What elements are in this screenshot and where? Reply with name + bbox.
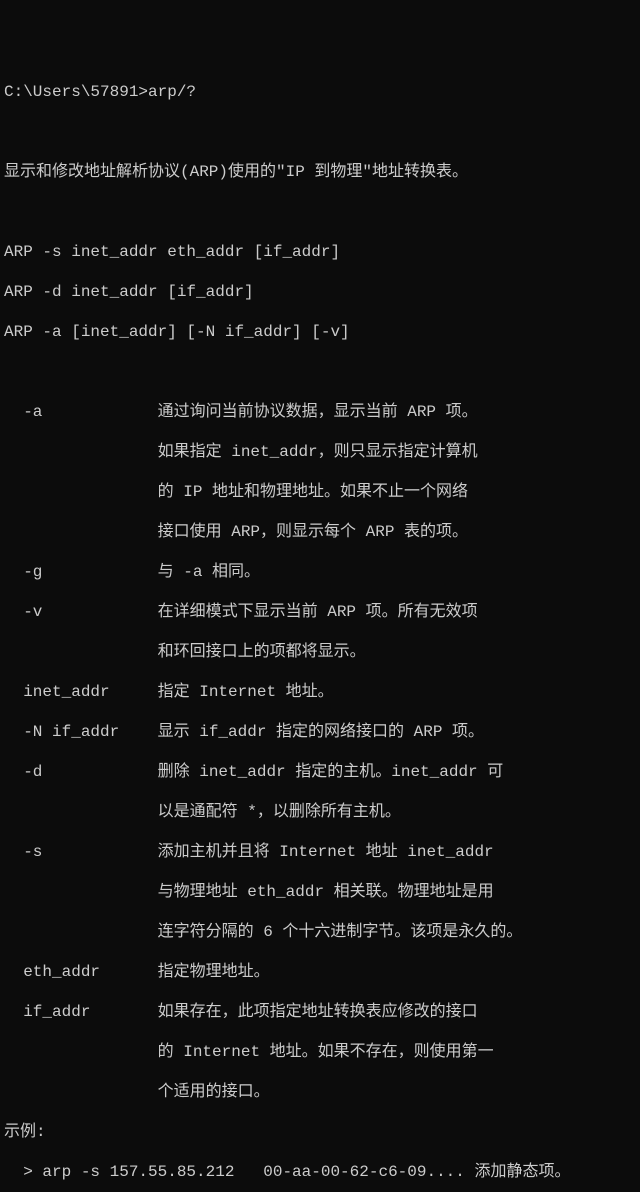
- examples-header: 示例:: [4, 1122, 636, 1142]
- option-d-desc: -d 删除 inet_addr 指定的主机。inet_addr 可: [4, 762, 636, 782]
- option-s-desc: 连字符分隔的 6 个十六进制字节。该项是永久的。: [4, 922, 636, 942]
- option-inetaddr-desc: inet_addr 指定 Internet 地址。: [4, 682, 636, 702]
- option-ethaddr-desc: eth_addr 指定物理地址。: [4, 962, 636, 982]
- option-s-desc: 与物理地址 eth_addr 相关联。物理地址是用: [4, 882, 636, 902]
- blank-line: [4, 202, 636, 222]
- option-a-desc: 如果指定 inet_addr，则只显示指定计算机: [4, 442, 636, 462]
- option-d-desc: 以是通配符 *，以删除所有主机。: [4, 802, 636, 822]
- option-a-desc: -a 通过询问当前协议数据，显示当前 ARP 项。: [4, 402, 636, 422]
- option-ifaddr-desc: 个适用的接口。: [4, 1082, 636, 1102]
- option-s-desc: -s 添加主机并且将 Internet 地址 inet_addr: [4, 842, 636, 862]
- example-add-static: > arp -s 157.55.85.212 00-aa-00-62-c6-09…: [4, 1162, 636, 1182]
- option-ifaddr-desc: 的 Internet 地址。如果不存在，则使用第一: [4, 1042, 636, 1062]
- option-g-desc: -g 与 -a 相同。: [4, 562, 636, 582]
- blank-line: [4, 122, 636, 142]
- option-ifaddr-desc: if_addr 如果存在，此项指定地址转换表应修改的接口: [4, 1002, 636, 1022]
- blank-line: [4, 362, 636, 382]
- option-v-desc: -v 在详细模式下显示当前 ARP 项。所有无效项: [4, 602, 636, 622]
- syntax-line-a: ARP -a [inet_addr] [-N if_addr] [-v]: [4, 322, 636, 342]
- option-a-desc: 接口使用 ARP，则显示每个 ARP 表的项。: [4, 522, 636, 542]
- option-n-desc: -N if_addr 显示 if_addr 指定的网络接口的 ARP 项。: [4, 722, 636, 742]
- syntax-line-s: ARP -s inet_addr eth_addr [if_addr]: [4, 242, 636, 262]
- syntax-line-d: ARP -d inet_addr [if_addr]: [4, 282, 636, 302]
- help-description: 显示和修改地址解析协议(ARP)使用的"IP 到物理"地址转换表。: [4, 162, 636, 182]
- option-a-desc: 的 IP 地址和物理地址。如果不止一个网络: [4, 482, 636, 502]
- option-v-desc: 和环回接口上的项都将显示。: [4, 642, 636, 662]
- command-prompt[interactable]: C:\Users\57891>arp/?: [4, 82, 636, 102]
